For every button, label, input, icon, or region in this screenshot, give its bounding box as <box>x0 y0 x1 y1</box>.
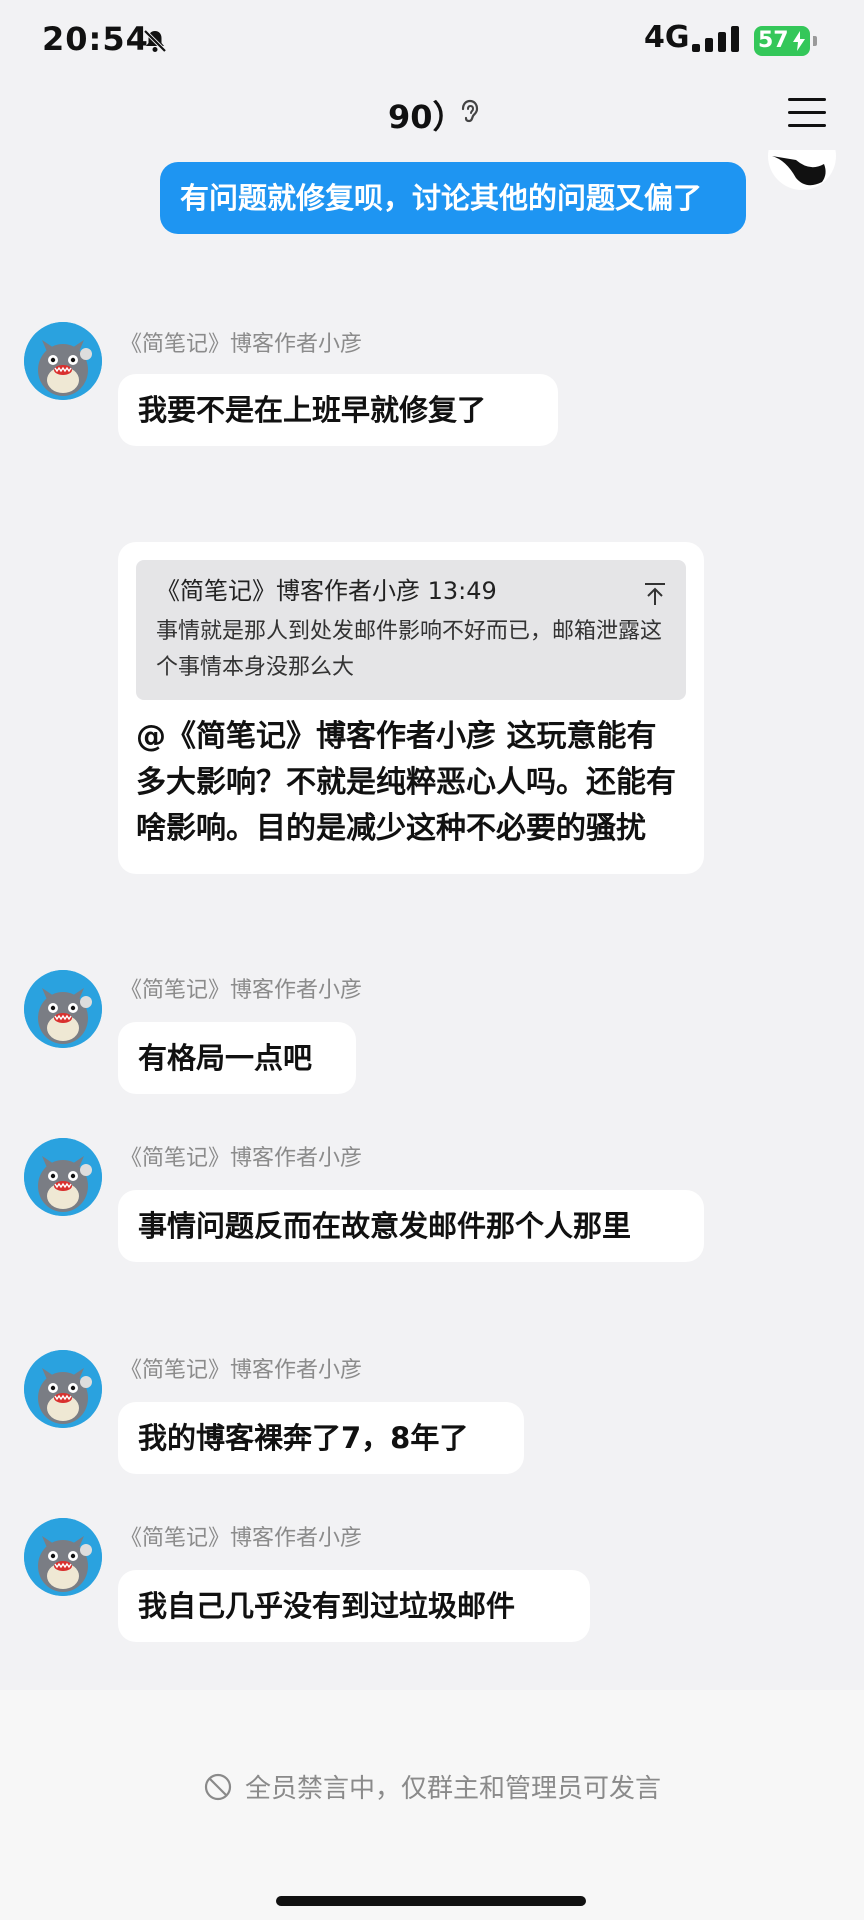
message-bubble[interactable]: 我的博客裸奔了7，8年了 <box>118 1402 524 1474</box>
home-indicator[interactable] <box>276 1896 586 1906</box>
avatar[interactable] <box>24 970 102 1048</box>
battery-icon: 57 <box>754 26 810 56</box>
quote-header: 《简笔记》博客作者小彦 13:49 <box>156 577 497 605</box>
message-bubble[interactable]: 我自己几乎没有到过垃圾邮件 <box>118 1570 590 1642</box>
chat-title: 90） <box>388 98 465 136</box>
battery-nub <box>813 36 817 46</box>
self-avatar-image <box>768 150 836 190</box>
pin-top-icon[interactable] <box>644 582 666 606</box>
message-bubble[interactable]: 事情问题反而在故意发邮件那个人那里 <box>118 1190 704 1262</box>
avatar[interactable] <box>24 1350 102 1428</box>
message-text: 事情问题反而在故意发邮件那个人那里 <box>138 1209 632 1243</box>
totoro-avatar <box>24 1138 102 1216</box>
quote-text: 事情就是那人到处发邮件影响不好而已，邮箱泄露这个事情本身没那么大 <box>156 619 663 680</box>
message-bubble[interactable]: 我要不是在上班早就修复了 <box>118 374 558 446</box>
self-message-bubble[interactable]: 有问题就修复呗，讨论其他的问题又偏了 <box>160 162 746 234</box>
reply-message-bubble[interactable]: 《简笔记》博客作者小彦 13:49 事情就是那人到处发邮件影响不好而已，邮箱泄露… <box>118 542 704 874</box>
sender-name: 《简笔记》博客作者小彦 <box>120 332 363 357</box>
totoro-avatar <box>24 322 102 400</box>
battery-level: 57 <box>758 28 789 53</box>
message-bubble[interactable]: 有格局一点吧 <box>118 1022 356 1094</box>
message-text: @《简笔记》博客作者小彦 这玩意能有多大影响？不就是纯粹恶心人吗。还能有啥影响。… <box>136 719 676 846</box>
signal-icon <box>692 26 739 52</box>
message-text: 我要不是在上班早就修复了 <box>138 393 487 427</box>
muted-icon <box>204 1773 232 1800</box>
message-text: 我的博客裸奔了7，8年了 <box>138 1421 469 1455</box>
bolt-icon <box>793 31 805 51</box>
status-bar: 20:54 4G 57 <box>0 0 864 80</box>
totoro-avatar <box>24 970 102 1048</box>
muted-notice-text: 全员禁言中，仅群主和管理员可发言 <box>244 1774 661 1804</box>
avatar[interactable] <box>24 322 102 400</box>
input-area <box>0 1690 864 1920</box>
quoted-message[interactable]: 《简笔记》博客作者小彦 13:49 事情就是那人到处发邮件影响不好而已，邮箱泄露… <box>136 560 686 700</box>
ear-icon[interactable] <box>458 98 482 128</box>
avatar[interactable] <box>24 1518 102 1596</box>
muted-notice: 全员禁言中，仅群主和管理员可发言 <box>0 1768 864 1805</box>
totoro-avatar <box>24 1350 102 1428</box>
sender-name: 《简笔记》博客作者小彦 <box>120 1146 363 1171</box>
message-text: 我自己几乎没有到过垃圾邮件 <box>138 1589 516 1623</box>
sender-name: 《简笔记》博客作者小彦 <box>120 1526 363 1551</box>
avatar[interactable] <box>24 1138 102 1216</box>
bell-off-icon <box>143 29 167 53</box>
network-type: 4G <box>644 20 690 55</box>
message-text: 有格局一点吧 <box>138 1041 313 1075</box>
totoro-avatar <box>24 1518 102 1596</box>
sender-name: 《简笔记》博客作者小彦 <box>120 1358 363 1383</box>
self-message-text: 有问题就修复呗，讨论其他的问题又偏了 <box>180 181 703 215</box>
status-time: 20:54 <box>42 20 149 58</box>
sender-name: 《简笔记》博客作者小彦 <box>120 978 363 1003</box>
menu-icon[interactable] <box>788 96 828 128</box>
self-avatar[interactable] <box>766 150 838 190</box>
